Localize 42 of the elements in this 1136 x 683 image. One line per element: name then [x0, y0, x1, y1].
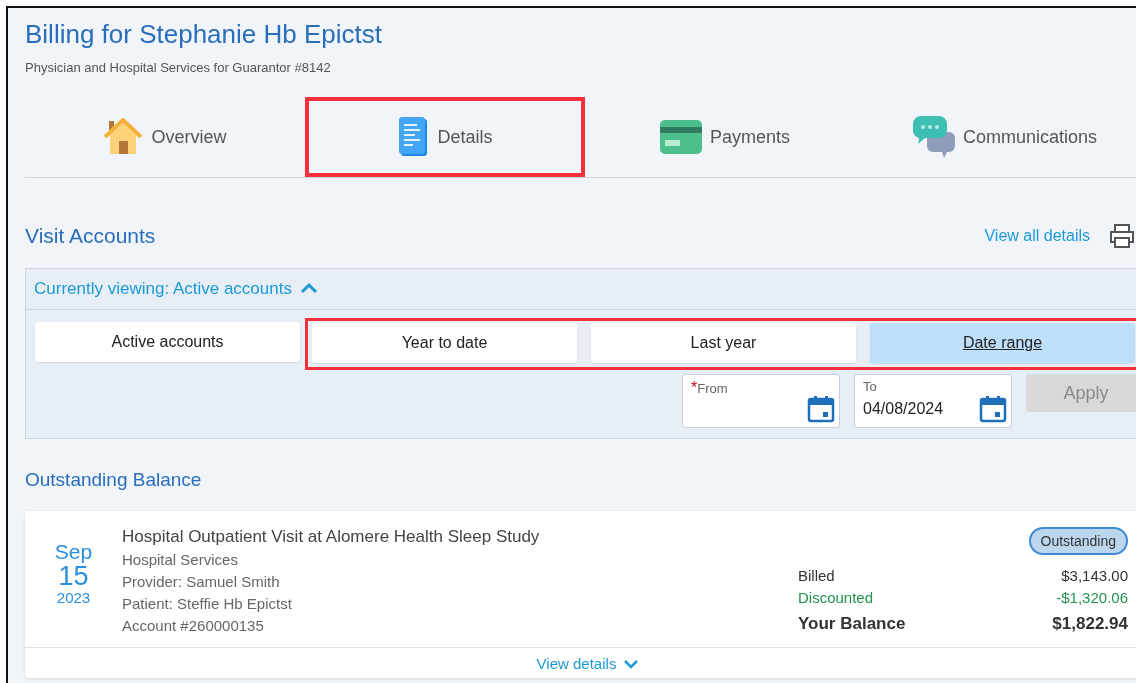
chat-bubbles-icon	[912, 116, 955, 158]
chevron-icon	[624, 658, 639, 669]
visit-detail: Patient: Steffie Hb Epictst	[122, 594, 293, 614]
amount-value: $3,143.00	[1061, 566, 1128, 586]
tab[interactable]: Communications	[865, 97, 1136, 177]
filter-option[interactable]: Active accounts	[35, 322, 300, 362]
section-title: Visit Accounts	[25, 224, 157, 248]
from-date-field[interactable]: *From	[682, 374, 840, 428]
tab[interactable]: Details	[305, 97, 585, 177]
house-icon	[103, 118, 144, 156]
field-label: *From	[691, 379, 729, 397]
section-title: Outstanding Balance	[25, 469, 203, 492]
calendar-icon[interactable]	[979, 395, 1007, 423]
visit-detail: Account #260000135	[122, 616, 265, 636]
visit-detail: Provider: Samuel Smith	[122, 572, 281, 592]
credit-card-icon	[659, 120, 702, 154]
calendar-icon[interactable]	[807, 395, 835, 423]
printer-icon[interactable]	[1108, 223, 1136, 249]
visit-day: 15	[58, 563, 89, 589]
filter-option[interactable]: Date range	[870, 323, 1135, 363]
visit-detail: Hospital Services	[122, 550, 239, 570]
page-subtitle: Physician and Hospital Services for Guarantor #8142	[25, 60, 332, 75]
amount-label: Discounted	[798, 588, 874, 608]
filter-option[interactable]: Last year	[591, 323, 856, 363]
amount-value: $1,822.94	[1052, 613, 1128, 635]
status-badge: Outstanding	[1028, 527, 1128, 555]
visit-month: Sep	[54, 541, 93, 563]
visit-title: Hospital Outpatient Visit at Alomere Health Sleep Study	[122, 527, 541, 547]
field-label: To	[863, 379, 878, 394]
chevron-icon	[299, 282, 318, 294]
amount-label: Billed	[798, 566, 835, 586]
amount-label: Your Balance	[798, 613, 906, 635]
tab[interactable]: Payments	[585, 97, 865, 177]
page-title: Billing for Stephanie Hb Epictst	[25, 18, 383, 50]
visit-year: 2023	[56, 589, 91, 606]
required-asterisk: *	[691, 379, 698, 396]
filter-option[interactable]: Year to date	[312, 323, 577, 363]
amount-value: -$1,320.06	[1056, 588, 1128, 608]
document-icon	[397, 117, 430, 157]
tab[interactable]: Overview	[25, 97, 305, 177]
date-input[interactable]: 04/08/2024	[863, 400, 968, 418]
to-date-field[interactable]: To 04/08/2024	[854, 374, 1012, 428]
